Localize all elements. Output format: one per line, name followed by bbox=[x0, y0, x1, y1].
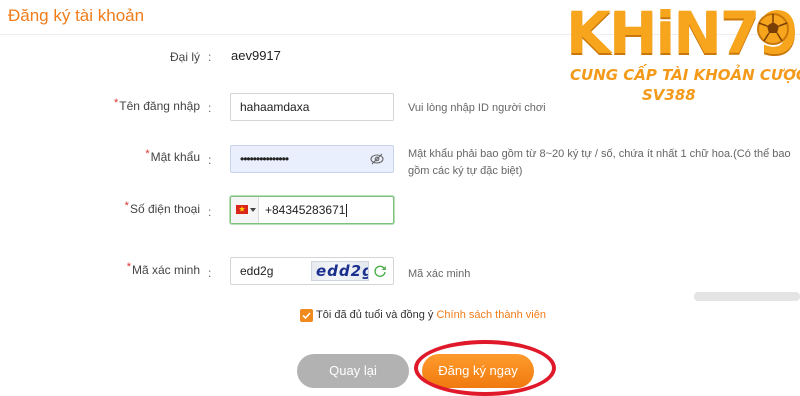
refresh-icon[interactable] bbox=[373, 264, 387, 278]
soccer-ball-icon bbox=[757, 13, 789, 45]
captcha-label-text: Mã xác minh bbox=[131, 263, 200, 277]
username-label: *Tên đăng nhập bbox=[113, 97, 200, 113]
required-mark: * bbox=[113, 97, 119, 109]
password-label: *Mật khẩu bbox=[145, 148, 200, 164]
highlight-circle bbox=[414, 340, 556, 396]
check-icon bbox=[302, 312, 311, 320]
password-label-text: Mật khẩu bbox=[150, 150, 200, 164]
captcha-input[interactable]: edd2g edd2g bbox=[230, 257, 394, 285]
agent-value: aev9917 bbox=[231, 48, 281, 63]
text-cursor bbox=[346, 204, 348, 218]
phone-value: +84345283671 bbox=[265, 203, 348, 218]
captcha-label: *Mã xác minh bbox=[126, 261, 200, 277]
password-input[interactable]: ••••••••••••••• bbox=[230, 145, 394, 173]
country-selector[interactable] bbox=[231, 197, 259, 223]
caret-down-icon bbox=[250, 208, 256, 212]
required-mark: * bbox=[145, 148, 150, 160]
password-value: ••••••••••••••• bbox=[240, 152, 289, 166]
logo-tagline: CUNG CẤP TÀI KHOẢN CƯỢC bbox=[570, 66, 800, 84]
vietnam-flag-icon bbox=[236, 205, 248, 214]
required-mark: * bbox=[126, 261, 131, 273]
password-hint-line1: Mật khẩu phải bao gồm từ 8~20 ký tự / số… bbox=[408, 148, 791, 160]
phone-label: *Số điện thoại bbox=[124, 200, 200, 216]
username-label-text: Tên đăng nhập bbox=[119, 99, 200, 113]
page-title: Đăng ký tài khoản bbox=[8, 6, 145, 25]
captcha-hint: Mã xác minh bbox=[408, 268, 471, 280]
agent-label: Đại lý bbox=[169, 50, 200, 64]
eye-slash-icon[interactable] bbox=[370, 152, 384, 166]
agreement-label: Tôi đã đủ tuổi và đồng ý bbox=[316, 309, 434, 321]
back-button[interactable]: Quay lại bbox=[297, 354, 409, 388]
phone-number: +84345283671 bbox=[265, 203, 346, 217]
phone-label-text: Số điện thoại bbox=[129, 202, 200, 216]
colon: : bbox=[208, 101, 212, 115]
required-mark: * bbox=[124, 200, 129, 212]
colon: : bbox=[208, 205, 212, 219]
phone-input[interactable]: +84345283671 bbox=[230, 196, 394, 224]
captcha-image-text: edd2g bbox=[316, 262, 369, 280]
captcha-image[interactable]: edd2g bbox=[311, 261, 369, 281]
colon: : bbox=[208, 153, 212, 167]
username-value: hahaamdaxa bbox=[240, 100, 310, 114]
username-hint: Vui lòng nhập ID người chơi bbox=[408, 102, 546, 114]
password-hint: Mật khẩu phải bao gồm từ 8~20 ký tự / số… bbox=[408, 146, 791, 180]
brand-logo: KHiN79 CUNG CẤP TÀI KHOẢN CƯỢC SV388 bbox=[556, 0, 800, 110]
colon: : bbox=[208, 266, 212, 280]
member-policy-link[interactable]: Chính sách thành viên bbox=[436, 309, 545, 321]
username-input[interactable]: hahaamdaxa bbox=[230, 93, 394, 121]
logo-site: SV388 bbox=[642, 86, 696, 104]
colon: : bbox=[208, 50, 212, 64]
horizontal-scrollbar[interactable] bbox=[694, 292, 800, 301]
captcha-value: edd2g bbox=[240, 264, 274, 278]
agreement-checkbox[interactable] bbox=[300, 309, 313, 322]
password-hint-line2: gồm các ký tự đặc biệt) bbox=[408, 165, 523, 177]
agreement-text: Tôi đã đủ tuổi và đồng ý Chính sách thàn… bbox=[316, 309, 546, 321]
